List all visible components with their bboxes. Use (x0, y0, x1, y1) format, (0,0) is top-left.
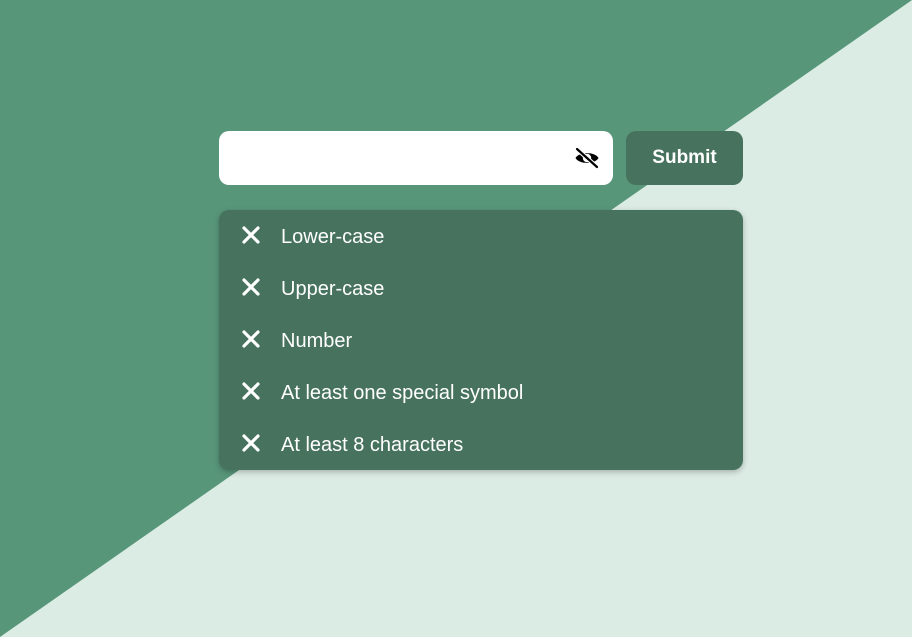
password-requirements-panel: Lower-case Upper-case Number At least on… (219, 210, 743, 470)
requirement-label: Upper-case (281, 278, 385, 300)
password-form: Submit (219, 131, 743, 185)
requirement-label: At least 8 characters (281, 434, 464, 456)
password-input[interactable] (219, 131, 559, 185)
eye-slash-icon[interactable] (574, 146, 600, 170)
requirement-number: Number (219, 314, 743, 366)
x-mark-icon (241, 329, 261, 349)
x-mark-icon (241, 277, 261, 297)
x-mark-icon (241, 381, 261, 401)
requirement-lower-case: Lower-case (219, 210, 743, 262)
password-field[interactable] (219, 131, 613, 185)
requirement-label: Lower-case (281, 226, 385, 248)
submit-button[interactable]: Submit (626, 131, 743, 185)
requirement-upper-case: Upper-case (219, 262, 743, 314)
requirement-min-length: At least 8 characters (219, 418, 743, 470)
x-mark-icon (241, 433, 261, 453)
requirement-label: Number (281, 330, 353, 352)
requirement-label: At least one special symbol (281, 382, 524, 404)
x-mark-icon (241, 225, 261, 245)
requirement-special-symbol: At least one special symbol (219, 366, 743, 418)
